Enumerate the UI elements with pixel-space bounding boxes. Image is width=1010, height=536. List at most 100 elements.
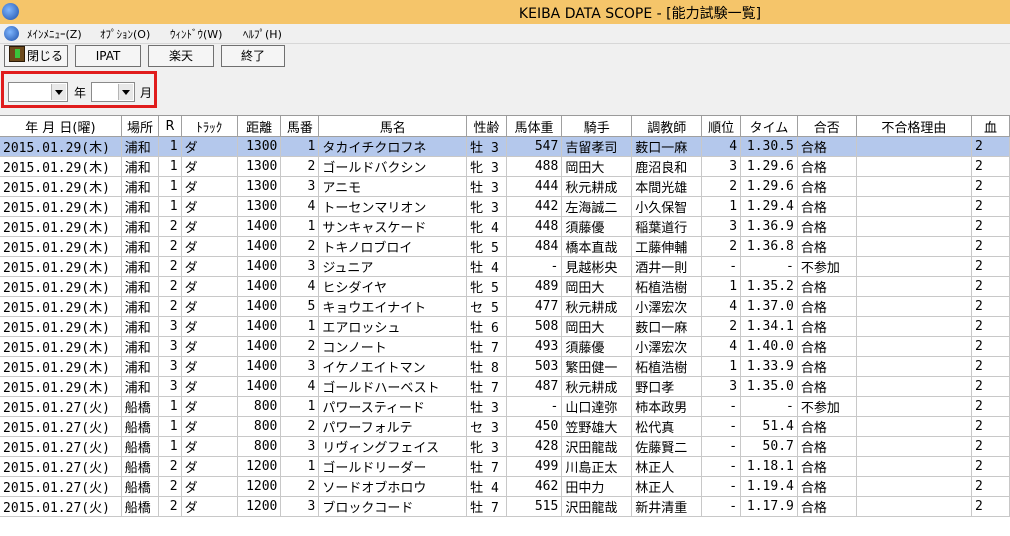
- table-row[interactable]: 2015.01.29(木) 浦和 1 ダ 1300 1 タカイチクロフネ牡 3 547 吉留孝司…: [0, 136, 1010, 157]
- table-row[interactable]: 2015.01.29(木) 浦和 2 ダ 1400 5 キョウエイナイトセ 5 477 秋元耕成…: [0, 296, 1010, 317]
- menu-main[interactable]: ﾒｲﾝﾒﾆｭｰ(Z): [27, 26, 82, 42]
- col-sex-age[interactable]: 性齢: [466, 116, 507, 137]
- cell-time: 1.29.6: [740, 156, 798, 177]
- table-row[interactable]: 2015.01.29(木) 浦和 1 ダ 1300 2 ゴールドバクシン牝 3 488 岡田大鹿…: [0, 156, 1010, 177]
- cell-number: 1: [280, 456, 320, 477]
- cell-venue: 浦和: [121, 156, 160, 177]
- table-row[interactable]: 2015.01.29(木) 浦和 1 ダ 1300 3 アニモ牡 3 444 秋元耕成 本間光雄 2…: [0, 176, 1010, 197]
- col-weight[interactable]: 馬体重: [506, 116, 563, 137]
- cell-weight: 448: [506, 216, 563, 237]
- close-button[interactable]: 閉じる: [4, 45, 68, 67]
- cell-number: 3: [280, 176, 320, 197]
- cell-number: 1: [280, 136, 320, 157]
- cell-sex-age: 牝 3: [466, 436, 507, 457]
- cell-fail-reason: [856, 416, 973, 437]
- results-grid[interactable]: 年 月 日(曜) 場所 R ﾄﾗｯｸ 距離 馬番 馬名 性齢 馬体重 騎手 調教…: [0, 115, 1010, 536]
- app-menu-icon[interactable]: [4, 26, 19, 41]
- cell-distance: 800: [237, 396, 282, 417]
- cell-race: 3: [158, 356, 182, 377]
- col-date[interactable]: 年 月 日(曜): [0, 116, 122, 137]
- col-jockey[interactable]: 騎手: [561, 116, 633, 137]
- table-row[interactable]: 2015.01.29(木) 浦和 2 ダ 1400 2 トキノロブロイ牝 5 484 橋本直哉工…: [0, 236, 1010, 257]
- col-number[interactable]: 馬番: [280, 116, 320, 137]
- chevron-down-icon[interactable]: [51, 84, 66, 100]
- cell-distance: 1400: [237, 296, 282, 317]
- table-row[interactable]: 2015.01.27(火) 船橋 1 ダ 800 2 パワーフォルテセ 3 450 笠野雄大 松代…: [0, 416, 1010, 437]
- cell-race: 2: [158, 276, 182, 297]
- cell-jockey: 左海誠二: [561, 196, 633, 217]
- exit-button[interactable]: 終了: [221, 45, 285, 67]
- table-row[interactable]: 2015.01.29(木) 浦和 3 ダ 1400 3 イケノエイトマン牡 8 503 繁田健一…: [0, 356, 1010, 377]
- table-row[interactable]: 2015.01.29(木) 浦和 2 ダ 1400 3 ジュニア牡 4- 見越彬央 酒井一則 - -…: [0, 256, 1010, 277]
- cell-track: ダ: [181, 216, 238, 237]
- col-blood[interactable]: 血: [971, 116, 1010, 137]
- cell-number: 4: [280, 196, 320, 217]
- col-trainer[interactable]: 調教師: [631, 116, 703, 137]
- col-time[interactable]: タイム: [740, 116, 798, 137]
- table-row[interactable]: 2015.01.29(木) 浦和 3 ダ 1400 2 コンノート牡 7 493 須藤優 小澤宏次…: [0, 336, 1010, 357]
- cell-number: 1: [280, 216, 320, 237]
- table-row[interactable]: 2015.01.27(火) 船橋 1 ダ 800 1 パワースティード牡 3- 山口達弥 柿本政…: [0, 396, 1010, 417]
- menu-help[interactable]: ﾍﾙﾌﾟ(H): [243, 26, 282, 42]
- cell-horse: サンキャスケード: [318, 216, 468, 237]
- cell-distance: 1300: [237, 196, 282, 217]
- table-row[interactable]: 2015.01.27(火) 船橋 1 ダ 800 3 リヴィングフェイス牝 3 428 沢田龍哉…: [0, 436, 1010, 457]
- table-row[interactable]: 2015.01.27(火) 船橋 2 ダ 1200 1 ゴールドリーダー牡 7 499 川島正太…: [0, 456, 1010, 477]
- chevron-down-icon[interactable]: [118, 84, 133, 100]
- cell-trainer: 新井清重: [631, 496, 703, 517]
- cell-number: 2: [280, 476, 320, 497]
- table-row[interactable]: 2015.01.29(木) 浦和 1 ダ 1300 4 トーセンマリオン牝 3 442 左海誠二…: [0, 196, 1010, 217]
- cell-fail-reason: [856, 396, 973, 417]
- col-horse[interactable]: 馬名: [318, 116, 468, 137]
- cell-fail-reason: [856, 136, 973, 157]
- col-venue[interactable]: 場所: [121, 116, 160, 137]
- cell-distance: 1200: [237, 456, 282, 477]
- table-row[interactable]: 2015.01.29(木) 浦和 2 ダ 1400 4 ヒシダイヤ牝 5 489 岡田大 柘植浩樹…: [0, 276, 1010, 297]
- col-result[interactable]: 合否: [797, 116, 857, 137]
- cell-distance: 800: [237, 416, 282, 437]
- cell-result: 合格: [797, 216, 857, 237]
- cell-horse: パワースティード: [318, 396, 468, 417]
- table-row[interactable]: 2015.01.27(火) 船橋 2 ダ 1200 3 ブロックコード牡 7 515 沢田龍哉新…: [0, 496, 1010, 517]
- cell-date: 2015.01.29(木): [0, 316, 122, 337]
- table-row[interactable]: 2015.01.29(木) 浦和 3 ダ 1400 4 ゴールドハーベスト牡 7 487 秋元耕…: [0, 376, 1010, 397]
- cell-jockey: 田中力: [561, 476, 633, 497]
- cell-rank: 4: [701, 336, 742, 357]
- menu-window[interactable]: ｳｨﾝﾄﾞｳ(W): [170, 26, 222, 42]
- cell-race: 1: [158, 416, 182, 437]
- cell-date: 2015.01.29(木): [0, 136, 122, 157]
- cell-track: ダ: [181, 256, 238, 277]
- rakuten-button[interactable]: 楽天: [148, 45, 214, 67]
- cell-race: 2: [158, 456, 182, 477]
- cell-weight: 488: [506, 156, 563, 177]
- col-race[interactable]: R: [158, 116, 182, 137]
- cell-blood: 2: [971, 176, 1010, 197]
- year-select[interactable]: [8, 82, 68, 102]
- cell-trainer: 林正人: [631, 456, 703, 477]
- cell-weight: 442: [506, 196, 563, 217]
- col-rank[interactable]: 順位: [701, 116, 742, 137]
- col-track[interactable]: ﾄﾗｯｸ: [181, 116, 238, 137]
- table-row[interactable]: 2015.01.29(木) 浦和 3 ダ 1400 1 エアロッシュ牡 6 508 岡田大 薮口一…: [0, 316, 1010, 337]
- table-row[interactable]: 2015.01.29(木) 浦和 2 ダ 1400 1 サンキャスケード牝 4 448 須藤優稲…: [0, 216, 1010, 237]
- month-select[interactable]: [91, 82, 135, 102]
- cell-jockey: 岡田大: [561, 316, 633, 337]
- ipat-button[interactable]: IPAT: [75, 45, 141, 67]
- cell-sex-age: 牝 3: [466, 196, 507, 217]
- cell-date: 2015.01.27(火): [0, 456, 122, 477]
- cell-result: 合格: [797, 176, 857, 197]
- cell-number: 4: [280, 276, 320, 297]
- cell-sex-age: 牡 6: [466, 316, 507, 337]
- cell-jockey: 繁田健一: [561, 356, 633, 377]
- col-fail-reason[interactable]: 不合格理由: [856, 116, 973, 137]
- cell-trainer: 柿本政男: [631, 396, 703, 417]
- cell-horse: リヴィングフェイス: [318, 436, 468, 457]
- cell-number: 5: [280, 296, 320, 317]
- cell-time: -: [740, 256, 798, 277]
- menu-options[interactable]: ｵﾌﾟｼｮﾝ(O): [100, 26, 150, 42]
- cell-sex-age: 牝 3: [466, 156, 507, 177]
- close-button-label: 閉じる: [26, 49, 63, 63]
- col-distance[interactable]: 距離: [237, 116, 282, 137]
- cell-venue: 浦和: [121, 276, 160, 297]
- table-row[interactable]: 2015.01.27(火) 船橋 2 ダ 1200 2 ソードオブホロウ牡 4 462 田中力林…: [0, 476, 1010, 497]
